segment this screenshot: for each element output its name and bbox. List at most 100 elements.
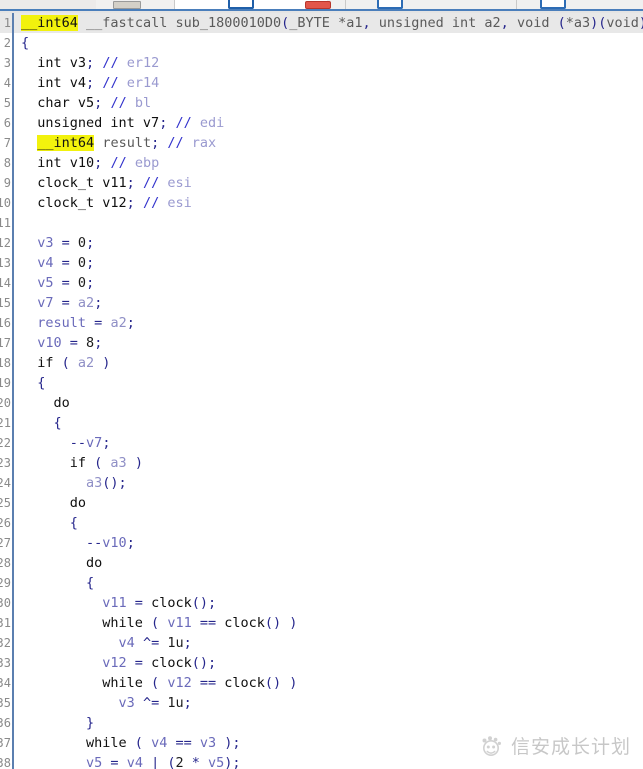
code-line[interactable]: 34 while ( v12 == clock() ) (0, 673, 643, 693)
code-token: a2 (77, 355, 95, 371)
code-line[interactable]: 17 v10 = 8; (0, 333, 643, 353)
code-line[interactable]: 38 v5 = v4 | (2 * v5); (0, 753, 643, 769)
code-token: edi (199, 115, 225, 131)
code-token: er14 (126, 75, 160, 91)
code-token: v4 (118, 635, 135, 651)
code-line[interactable]: 25 do (0, 493, 643, 513)
code-line[interactable]: 31 while ( v11 == clock() ) (0, 613, 643, 633)
code-line[interactable]: 30 v11 = clock(); (0, 593, 643, 613)
code-token: v7 (86, 435, 103, 451)
code-token: v11 (102, 595, 127, 611)
code-line[interactable]: 7 __int64 result; // rax (0, 133, 643, 153)
toolbar-strip (0, 0, 643, 9)
code-token: ; (94, 295, 103, 311)
code-line[interactable]: 32 v4 ^= 1u; (0, 633, 643, 653)
code-line[interactable]: 28 do (0, 553, 643, 573)
code-line[interactable]: 26 { (0, 513, 643, 533)
line-number: 13 (0, 253, 12, 273)
toolbar-grey-button[interactable] (113, 1, 141, 9)
code-line[interactable]: 16 result = a2; (0, 313, 643, 333)
code-line[interactable]: 21 { (0, 413, 643, 433)
code-token: a2 (77, 295, 95, 311)
code-line[interactable]: 24 a3(); (0, 473, 643, 493)
code-token: clock_t (21, 175, 103, 191)
code-token: } (21, 715, 95, 731)
code-line[interactable]: 15 v7 = a2; (0, 293, 643, 313)
code-line[interactable]: 29 { (0, 573, 643, 593)
code-token: if (21, 455, 95, 471)
line-number: 10 (0, 193, 12, 213)
toolbar-red-button[interactable] (305, 1, 331, 9)
code-line-text: result = a2; (14, 313, 643, 333)
code-token: , (500, 15, 509, 31)
code-line[interactable]: 19 { (0, 373, 643, 393)
line-number: 12 (0, 233, 12, 253)
toolbar-blue-button-3[interactable] (540, 0, 566, 9)
code-line[interactable]: 18 if ( a2 ) (0, 353, 643, 373)
code-line-text: clock_t v12; // esi (14, 193, 643, 213)
line-number: 17 (0, 333, 12, 353)
code-token: while (21, 735, 135, 751)
code-token: a3 (110, 455, 127, 471)
code-token: // (110, 95, 127, 111)
code-token: = (126, 595, 152, 611)
code-line-text: v3 = 0; (14, 233, 643, 253)
line-number: 11 (0, 213, 12, 233)
code-line[interactable]: 10 clock_t v12; // esi (0, 193, 643, 213)
code-line[interactable]: 13 v4 = 0; (0, 253, 643, 273)
code-line[interactable]: 27 --v10; (0, 533, 643, 553)
code-line[interactable]: 2{ (0, 33, 643, 53)
code-token: clock (151, 655, 192, 671)
code-line[interactable]: 37 while ( v4 == v3 ); (0, 733, 643, 753)
line-number: 34 (0, 673, 12, 693)
line-number: 24 (0, 473, 12, 493)
code-token: __int64 (21, 15, 78, 31)
code-token: unsigned int (21, 115, 143, 131)
line-number: 28 (0, 553, 12, 573)
code-token: v5 (208, 755, 225, 769)
code-token: // (102, 55, 119, 71)
toolbar-blue-button-2[interactable] (377, 0, 403, 9)
code-token: int (21, 55, 70, 71)
code-token: | ( (142, 755, 176, 769)
pseudocode-editor[interactable]: 1 __int64 __fastcall sub_1800010D0 (_BYTE … (0, 13, 643, 769)
code-line[interactable]: 4 int v4; // er14 (0, 73, 643, 93)
code-line[interactable]: 23 if ( a3 ) (0, 453, 643, 473)
code-token: ebp (134, 155, 160, 171)
code-token: * (183, 755, 208, 769)
code-line[interactable]: 33 v12 = clock(); (0, 653, 643, 673)
code-line[interactable]: 11 (0, 213, 643, 233)
code-line[interactable]: 12 v3 = 0; (0, 233, 643, 253)
code-token: v3 (199, 735, 217, 751)
code-line[interactable]: 36 } (0, 713, 643, 733)
code-token: ; (86, 275, 95, 291)
code-line[interactable]: 9 clock_t v11; // esi (0, 173, 643, 193)
code-line[interactable]: 1 __int64 __fastcall sub_1800010D0 (_BYTE … (0, 13, 643, 33)
code-token: // (110, 155, 127, 171)
code-line[interactable]: 14 v5 = 0; (0, 273, 643, 293)
code-line[interactable]: 3 int v3; // er12 (0, 53, 643, 73)
toolbar-blue-button[interactable] (228, 0, 254, 9)
code-line[interactable]: 5 char v5; // bl (0, 93, 643, 113)
code-token: -- (69, 435, 87, 451)
code-line[interactable]: 8 int v10; // ebp (0, 153, 643, 173)
code-line[interactable]: 20 do (0, 393, 643, 413)
code-token: v5 (86, 755, 103, 769)
code-line[interactable]: 35 v3 ^= 1u; (0, 693, 643, 713)
code-line[interactable]: 22 --v7; (0, 433, 643, 453)
code-token: ( (61, 355, 78, 371)
line-number: 38 (0, 753, 12, 769)
code-token: (); (102, 475, 127, 491)
code-token: 0 (77, 275, 87, 291)
code-token: ); (224, 755, 241, 769)
code-line[interactable]: 6 unsigned int v7; // edi (0, 113, 643, 133)
